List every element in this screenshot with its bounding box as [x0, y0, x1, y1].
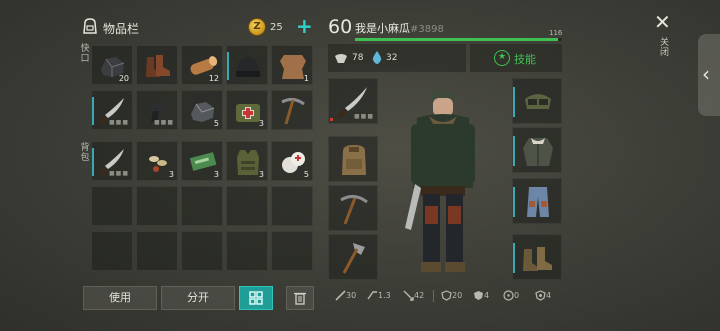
- inventory-slot-animal-hide[interactable]: 1: [271, 45, 313, 85]
- armor-icon: [441, 290, 452, 301]
- camo-pants-icon: [527, 187, 549, 217]
- backpack-slot-empty[interactable]: [181, 186, 223, 226]
- stat-attack: 30: [335, 290, 356, 301]
- equip-slot-head[interactable]: [512, 78, 562, 124]
- player-name: 我是小麻瓜#3898: [355, 20, 444, 36]
- split-button[interactable]: 分开: [161, 286, 235, 310]
- stat-cold-resist: 4: [473, 290, 489, 301]
- skills-label: 技能: [514, 53, 536, 66]
- coin-icon: Z: [248, 18, 266, 36]
- equip-slot-tool-2[interactable]: [328, 234, 378, 280]
- stat-speed: 1.3: [367, 290, 391, 301]
- xp-value: 116: [549, 29, 563, 37]
- grid-icon: [249, 291, 263, 305]
- bomber-jacket-icon: [523, 138, 553, 166]
- durability-bar: [513, 187, 515, 217]
- stat-toxic: 4: [535, 290, 551, 301]
- durability-bar: [513, 243, 515, 273]
- backpack-slot-empty[interactable]: [226, 186, 268, 226]
- thirst-icon: [335, 54, 347, 63]
- backpack-slot-empty[interactable]: [136, 186, 178, 226]
- backpack-slot-empty[interactable]: [91, 231, 133, 271]
- toxic-icon: [535, 290, 546, 301]
- equip-slot-feet[interactable]: [512, 234, 562, 280]
- backpack-label: 背包: [80, 143, 90, 163]
- player-name-text: 我是小麻瓜: [355, 22, 410, 35]
- player-id: #3898: [410, 24, 444, 35]
- backpack-slot-empty[interactable]: [271, 186, 313, 226]
- pickaxe-icon: [281, 97, 305, 125]
- side-panel-tab[interactable]: ‹: [698, 34, 720, 116]
- backpack-slot-supply-note[interactable]: 3: [181, 141, 223, 181]
- coin-count: 25: [270, 22, 283, 33]
- close-button[interactable]: ✕: [654, 10, 671, 34]
- equip-slot-body[interactable]: [512, 127, 562, 173]
- equip-slot-tool-1[interactable]: [328, 185, 378, 231]
- player-character: [405, 90, 475, 272]
- trash-button[interactable]: [286, 286, 314, 310]
- use-button[interactable]: 使用: [83, 286, 157, 310]
- inventory-slot-leather-boots[interactable]: [136, 45, 178, 85]
- equip-slot-legs[interactable]: [512, 178, 562, 224]
- inventory-slot-coal-ore[interactable]: 20: [91, 45, 133, 85]
- cold-resist-icon: [474, 291, 483, 300]
- backpack-slot-empty[interactable]: [91, 186, 133, 226]
- knit-cap-icon: [236, 57, 260, 77]
- durability-bar: [513, 136, 515, 166]
- xp-bar-fill: [355, 38, 558, 41]
- equip-slot-backpack[interactable]: [328, 136, 378, 182]
- hatchet-icon: [342, 243, 365, 274]
- sort-button[interactable]: [239, 286, 273, 310]
- inventory-slot-machete[interactable]: ■■■: [91, 90, 133, 130]
- goggles-icon: [525, 94, 551, 109]
- durability-bar: [92, 148, 94, 176]
- status-box: 78 32: [328, 44, 466, 72]
- inventory-slot-pickaxe[interactable]: [271, 90, 313, 130]
- backpack-slot-empty[interactable]: [226, 231, 268, 271]
- water-drop-icon: [372, 51, 382, 64]
- inventory-slot-iron-ore[interactable]: 5: [181, 90, 223, 130]
- trash-icon: [294, 292, 306, 305]
- chevron-left-icon: ‹: [702, 62, 710, 86]
- stat-range: 42: [403, 290, 424, 301]
- stat-armor: 20: [441, 290, 462, 301]
- backpack-slot-tactical-vest[interactable]: 3: [226, 141, 268, 181]
- equip-slot-weapon[interactable]: ■■■: [328, 78, 378, 124]
- inventory-title: 物品栏: [103, 22, 140, 36]
- water-value: 32: [386, 53, 398, 63]
- backpack-slot-bandage[interactable]: 5: [271, 141, 313, 181]
- skills-button[interactable]: ★ 技能: [470, 44, 562, 72]
- add-coins-button[interactable]: +: [296, 14, 313, 38]
- thirst-value: 78: [352, 53, 364, 63]
- backpack-icon: [83, 18, 97, 34]
- star-icon: ★: [494, 50, 510, 66]
- durability-bar: [513, 87, 515, 117]
- leather-boots-icon: [146, 55, 170, 77]
- quick-slots-label: 快口: [80, 44, 90, 64]
- inventory-slot-pistol[interactable]: ■■■: [136, 90, 178, 130]
- inventory-slot-wood-log[interactable]: 12: [181, 45, 223, 85]
- speed-icon: [367, 291, 377, 300]
- radiation-icon: [503, 290, 514, 301]
- backpack-slot-empty[interactable]: [136, 231, 178, 271]
- inventory-slot-first-aid-kit[interactable]: 3: [226, 90, 268, 130]
- backpack-slot-seeds[interactable]: 3: [136, 141, 178, 181]
- inventory-slot-knit-cap[interactable]: [226, 45, 268, 85]
- divider: [433, 290, 434, 302]
- backpack-slot-empty[interactable]: [181, 231, 223, 271]
- attack-icon: [335, 290, 346, 301]
- backpack-slot-empty[interactable]: [271, 231, 313, 271]
- range-icon: [403, 290, 414, 301]
- xp-bar: [355, 38, 562, 41]
- backpack-slot-machete[interactable]: ■■■: [91, 141, 133, 181]
- stat-radiation: 0: [503, 290, 519, 301]
- pickaxe-icon: [340, 195, 368, 225]
- leather-boots-icon: [523, 247, 552, 271]
- durability-bar: [92, 97, 94, 125]
- backpack-item-icon: [342, 145, 366, 175]
- player-level: 60: [328, 16, 353, 38]
- close-label: 关闭: [660, 38, 670, 58]
- durability-bar: [227, 52, 229, 80]
